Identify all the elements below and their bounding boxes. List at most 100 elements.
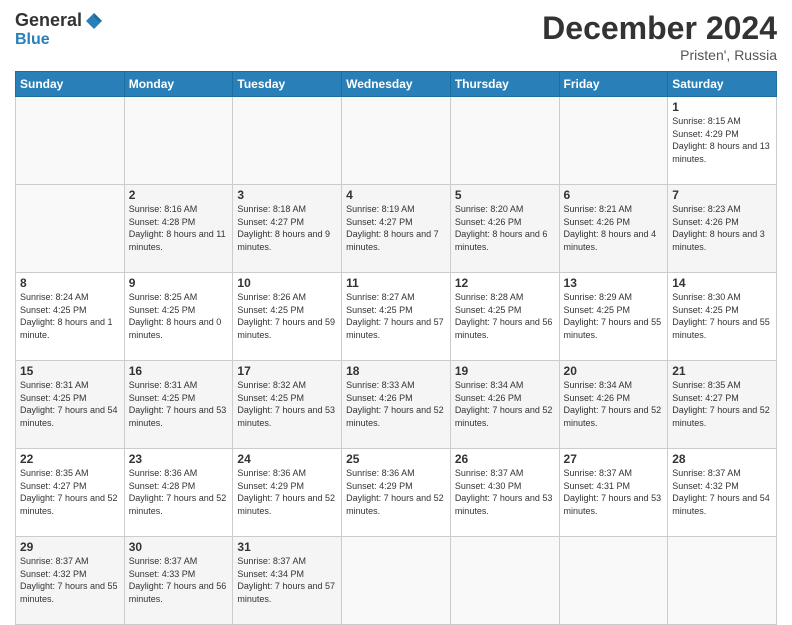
logo-icon bbox=[84, 11, 104, 31]
day-info: Sunrise: 8:37 AMSunset: 4:32 PMDaylight:… bbox=[672, 467, 772, 517]
day-info: Sunrise: 8:34 AMSunset: 4:26 PMDaylight:… bbox=[455, 379, 555, 429]
day-info: Sunrise: 8:28 AMSunset: 4:25 PMDaylight:… bbox=[455, 291, 555, 341]
calendar-cell: 21Sunrise: 8:35 AMSunset: 4:27 PMDayligh… bbox=[668, 361, 777, 449]
day-info: Sunrise: 8:37 AMSunset: 4:33 PMDaylight:… bbox=[129, 555, 229, 605]
calendar-cell: 27Sunrise: 8:37 AMSunset: 4:31 PMDayligh… bbox=[559, 449, 668, 537]
day-number: 12 bbox=[455, 276, 555, 290]
calendar-cell: 14Sunrise: 8:30 AMSunset: 4:25 PMDayligh… bbox=[668, 273, 777, 361]
day-info: Sunrise: 8:30 AMSunset: 4:25 PMDaylight:… bbox=[672, 291, 772, 341]
calendar-week-6: 29Sunrise: 8:37 AMSunset: 4:32 PMDayligh… bbox=[16, 537, 777, 625]
calendar-cell: 3Sunrise: 8:18 AMSunset: 4:27 PMDaylight… bbox=[233, 185, 342, 273]
calendar-cell: 12Sunrise: 8:28 AMSunset: 4:25 PMDayligh… bbox=[450, 273, 559, 361]
day-number: 26 bbox=[455, 452, 555, 466]
day-number: 2 bbox=[129, 188, 229, 202]
day-number: 10 bbox=[237, 276, 337, 290]
calendar-cell bbox=[450, 537, 559, 625]
day-number: 6 bbox=[564, 188, 664, 202]
day-info: Sunrise: 8:31 AMSunset: 4:25 PMDaylight:… bbox=[129, 379, 229, 429]
calendar-cell: 20Sunrise: 8:34 AMSunset: 4:26 PMDayligh… bbox=[559, 361, 668, 449]
day-number: 25 bbox=[346, 452, 446, 466]
calendar-cell: 10Sunrise: 8:26 AMSunset: 4:25 PMDayligh… bbox=[233, 273, 342, 361]
calendar-cell: 24Sunrise: 8:36 AMSunset: 4:29 PMDayligh… bbox=[233, 449, 342, 537]
day-info: Sunrise: 8:20 AMSunset: 4:26 PMDaylight:… bbox=[455, 203, 555, 253]
calendar-cell: 30Sunrise: 8:37 AMSunset: 4:33 PMDayligh… bbox=[124, 537, 233, 625]
calendar-cell bbox=[16, 185, 125, 273]
day-info: Sunrise: 8:27 AMSunset: 4:25 PMDaylight:… bbox=[346, 291, 446, 341]
day-info: Sunrise: 8:37 AMSunset: 4:32 PMDaylight:… bbox=[20, 555, 120, 605]
calendar-cell bbox=[559, 537, 668, 625]
day-info: Sunrise: 8:37 AMSunset: 4:30 PMDaylight:… bbox=[455, 467, 555, 517]
day-number: 14 bbox=[672, 276, 772, 290]
calendar-cell: 7Sunrise: 8:23 AMSunset: 4:26 PMDaylight… bbox=[668, 185, 777, 273]
day-number: 9 bbox=[129, 276, 229, 290]
day-number: 4 bbox=[346, 188, 446, 202]
day-number: 5 bbox=[455, 188, 555, 202]
day-number: 27 bbox=[564, 452, 664, 466]
day-info: Sunrise: 8:35 AMSunset: 4:27 PMDaylight:… bbox=[672, 379, 772, 429]
day-info: Sunrise: 8:37 AMSunset: 4:34 PMDaylight:… bbox=[237, 555, 337, 605]
day-info: Sunrise: 8:25 AMSunset: 4:25 PMDaylight:… bbox=[129, 291, 229, 341]
page: General Blue December 2024 Pristen', Rus… bbox=[0, 0, 792, 612]
calendar-table: SundayMondayTuesdayWednesdayThursdayFrid… bbox=[15, 71, 777, 625]
day-info: Sunrise: 8:19 AMSunset: 4:27 PMDaylight:… bbox=[346, 203, 446, 253]
calendar-week-1: 1Sunrise: 8:15 AMSunset: 4:29 PMDaylight… bbox=[16, 97, 777, 185]
day-info: Sunrise: 8:37 AMSunset: 4:31 PMDaylight:… bbox=[564, 467, 664, 517]
day-info: Sunrise: 8:29 AMSunset: 4:25 PMDaylight:… bbox=[564, 291, 664, 341]
day-number: 23 bbox=[129, 452, 229, 466]
calendar-cell: 8Sunrise: 8:24 AMSunset: 4:25 PMDaylight… bbox=[16, 273, 125, 361]
day-number: 18 bbox=[346, 364, 446, 378]
day-header-tuesday: Tuesday bbox=[233, 72, 342, 97]
calendar-week-4: 15Sunrise: 8:31 AMSunset: 4:25 PMDayligh… bbox=[16, 361, 777, 449]
calendar-cell: 29Sunrise: 8:37 AMSunset: 4:32 PMDayligh… bbox=[16, 537, 125, 625]
day-number: 29 bbox=[20, 540, 120, 554]
empty-cell bbox=[16, 97, 125, 185]
calendar-day-1: 1Sunrise: 8:15 AMSunset: 4:29 PMDaylight… bbox=[668, 97, 777, 185]
calendar-cell bbox=[668, 537, 777, 625]
calendar-cell: 11Sunrise: 8:27 AMSunset: 4:25 PMDayligh… bbox=[342, 273, 451, 361]
day-info: Sunrise: 8:34 AMSunset: 4:26 PMDaylight:… bbox=[564, 379, 664, 429]
calendar-cell: 23Sunrise: 8:36 AMSunset: 4:28 PMDayligh… bbox=[124, 449, 233, 537]
day-number: 24 bbox=[237, 452, 337, 466]
day-number: 8 bbox=[20, 276, 120, 290]
day-number: 16 bbox=[129, 364, 229, 378]
day-info: Sunrise: 8:18 AMSunset: 4:27 PMDaylight:… bbox=[237, 203, 337, 253]
calendar-cell: 18Sunrise: 8:33 AMSunset: 4:26 PMDayligh… bbox=[342, 361, 451, 449]
day-info: Sunrise: 8:15 AMSunset: 4:29 PMDaylight:… bbox=[672, 115, 772, 165]
logo-general-text: General bbox=[15, 10, 82, 31]
day-header-saturday: Saturday bbox=[668, 72, 777, 97]
calendar-week-3: 8Sunrise: 8:24 AMSunset: 4:25 PMDaylight… bbox=[16, 273, 777, 361]
calendar-cell: 22Sunrise: 8:35 AMSunset: 4:27 PMDayligh… bbox=[16, 449, 125, 537]
day-number: 11 bbox=[346, 276, 446, 290]
day-number: 20 bbox=[564, 364, 664, 378]
day-number: 19 bbox=[455, 364, 555, 378]
calendar-cell: 19Sunrise: 8:34 AMSunset: 4:26 PMDayligh… bbox=[450, 361, 559, 449]
day-info: Sunrise: 8:31 AMSunset: 4:25 PMDaylight:… bbox=[20, 379, 120, 429]
calendar-cell: 15Sunrise: 8:31 AMSunset: 4:25 PMDayligh… bbox=[16, 361, 125, 449]
day-info: Sunrise: 8:33 AMSunset: 4:26 PMDaylight:… bbox=[346, 379, 446, 429]
day-info: Sunrise: 8:21 AMSunset: 4:26 PMDaylight:… bbox=[564, 203, 664, 253]
day-number: 31 bbox=[237, 540, 337, 554]
day-header-thursday: Thursday bbox=[450, 72, 559, 97]
empty-cell bbox=[559, 97, 668, 185]
day-info: Sunrise: 8:36 AMSunset: 4:29 PMDaylight:… bbox=[237, 467, 337, 517]
calendar-cell: 4Sunrise: 8:19 AMSunset: 4:27 PMDaylight… bbox=[342, 185, 451, 273]
day-info: Sunrise: 8:24 AMSunset: 4:25 PMDaylight:… bbox=[20, 291, 120, 341]
header: General Blue December 2024 Pristen', Rus… bbox=[15, 10, 777, 63]
month-title: December 2024 bbox=[542, 10, 777, 47]
day-header-friday: Friday bbox=[559, 72, 668, 97]
day-number: 15 bbox=[20, 364, 120, 378]
calendar-cell: 26Sunrise: 8:37 AMSunset: 4:30 PMDayligh… bbox=[450, 449, 559, 537]
day-header-wednesday: Wednesday bbox=[342, 72, 451, 97]
day-number: 17 bbox=[237, 364, 337, 378]
location: Pristen', Russia bbox=[542, 47, 777, 63]
empty-cell bbox=[450, 97, 559, 185]
day-number: 22 bbox=[20, 452, 120, 466]
calendar-header-row: SundayMondayTuesdayWednesdayThursdayFrid… bbox=[16, 72, 777, 97]
empty-cell bbox=[124, 97, 233, 185]
calendar-cell: 31Sunrise: 8:37 AMSunset: 4:34 PMDayligh… bbox=[233, 537, 342, 625]
day-number: 3 bbox=[237, 188, 337, 202]
calendar-week-2: 2Sunrise: 8:16 AMSunset: 4:28 PMDaylight… bbox=[16, 185, 777, 273]
calendar-cell: 6Sunrise: 8:21 AMSunset: 4:26 PMDaylight… bbox=[559, 185, 668, 273]
day-number: 7 bbox=[672, 188, 772, 202]
logo-blue-text: Blue bbox=[15, 31, 50, 48]
